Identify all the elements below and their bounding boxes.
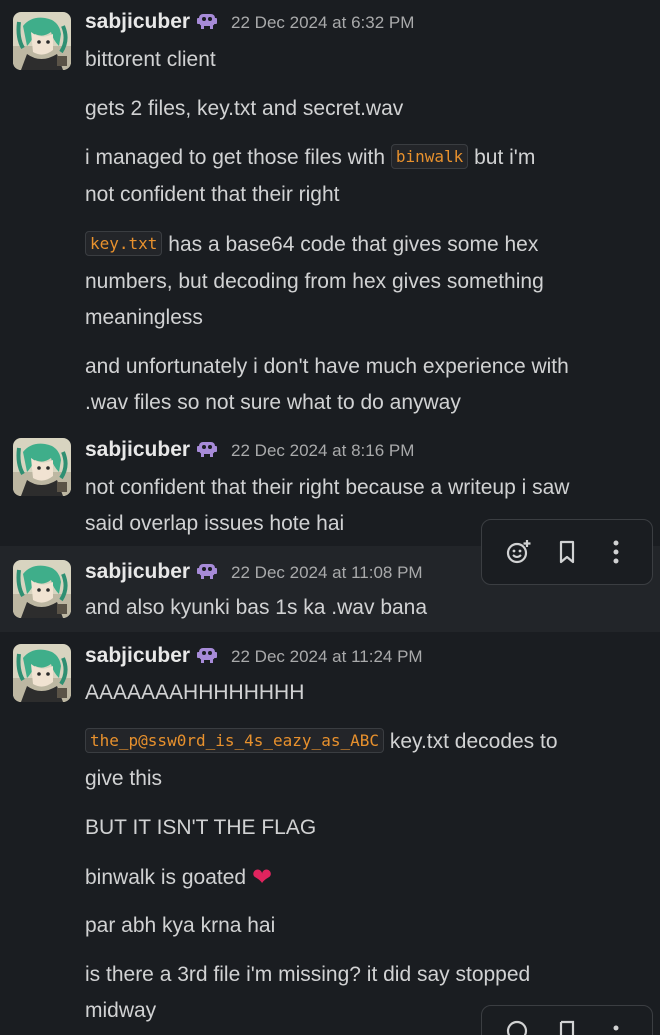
inline-code: the_p@ssw0rd_is_4s_eazy_as_ABC (85, 728, 384, 753)
text-segment: key.txt decodes to (383, 730, 558, 753)
message-text: not confident that their right because a… (85, 476, 570, 499)
message-1: sabjicuber 22 Dec 2024 at 6:32 PM bittor… (0, 0, 660, 428)
avatar[interactable] (13, 560, 71, 618)
message-text: BUT IT ISN'T THE FLAG (85, 816, 317, 839)
add-reaction-icon[interactable] (499, 1016, 537, 1035)
username[interactable]: sabjicuber (85, 438, 190, 462)
add-reaction-icon[interactable] (499, 533, 537, 571)
message-text: par abh kya krna hai (85, 914, 276, 937)
timestamp[interactable]: 22 Dec 2024 at 8:16 PM (231, 441, 414, 461)
timestamp[interactable]: 22 Dec 2024 at 6:32 PM (231, 13, 414, 33)
message-text: the_p@ssw0rd_is_4s_eazy_as_ABC key.txt d… (85, 723, 558, 761)
message-text: AAAAAAAHHHHHHHH (85, 681, 305, 704)
avatar[interactable] (13, 438, 71, 496)
avatar[interactable] (13, 12, 71, 70)
message-text: bittorent client (85, 48, 216, 71)
username[interactable]: sabjicuber (85, 560, 190, 584)
more-vertical-icon[interactable] (597, 1016, 635, 1035)
inline-code: binwalk (390, 144, 469, 169)
message-text: midway (85, 999, 157, 1022)
timestamp[interactable]: 22 Dec 2024 at 11:08 PM (231, 563, 423, 583)
alien-badge-icon (196, 646, 218, 664)
text-segment: i managed to get those files with (85, 146, 391, 169)
inline-code: key.txt (85, 231, 163, 256)
username[interactable]: sabjicuber (85, 644, 190, 668)
red-heart-icon: ❤ (251, 864, 273, 891)
message-4: sabjicuber 22 Dec 2024 at 11:24 PM AAAAA… (0, 632, 660, 1035)
message-text: give this (85, 767, 163, 790)
message-text: is there a 3rd file i'm missing? it did … (85, 963, 531, 986)
message-text: said overlap issues hote hai (85, 512, 345, 535)
alien-badge-icon (196, 440, 218, 458)
text-segment: has a base64 code that gives some hex (162, 233, 539, 256)
more-vertical-icon[interactable] (597, 533, 635, 571)
text-segment: binwalk is goated (85, 866, 252, 889)
message-text: .wav files so not sure what to do anyway (85, 391, 461, 414)
message-actions-toolbar (481, 519, 653, 585)
message-actions-toolbar-partial (481, 1005, 653, 1035)
message-text: gets 2 files, key.txt and secret.wav (85, 97, 404, 120)
message-text: not confident that their right (85, 183, 340, 206)
message-text: i managed to get those files with binwal… (85, 139, 535, 177)
bookmark-icon[interactable] (548, 1016, 586, 1035)
message-header: sabjicuber 22 Dec 2024 at 11:24 PM (85, 644, 423, 668)
username[interactable]: sabjicuber (85, 10, 190, 34)
timestamp[interactable]: 22 Dec 2024 at 11:24 PM (231, 647, 423, 667)
message-text: numbers, but decoding from hex gives som… (85, 270, 544, 293)
message-text: binwalk is goated ❤ (85, 858, 272, 896)
message-header: sabjicuber 22 Dec 2024 at 6:32 PM (85, 10, 414, 34)
message-header: sabjicuber 22 Dec 2024 at 8:16 PM (85, 438, 414, 462)
alien-badge-icon (196, 562, 218, 580)
alien-badge-icon (196, 12, 218, 30)
message-header: sabjicuber 22 Dec 2024 at 11:08 PM (85, 560, 423, 584)
text-segment: but i'm (468, 146, 536, 169)
message-text: key.txt has a base64 code that gives som… (85, 226, 538, 264)
bookmark-icon[interactable] (548, 533, 586, 571)
message-text: and unfortunately i don't have much expe… (85, 355, 569, 378)
avatar[interactable] (13, 644, 71, 702)
message-text: and also kyunki bas 1s ka .wav bana (85, 596, 428, 619)
message-text: meaningless (85, 306, 203, 329)
